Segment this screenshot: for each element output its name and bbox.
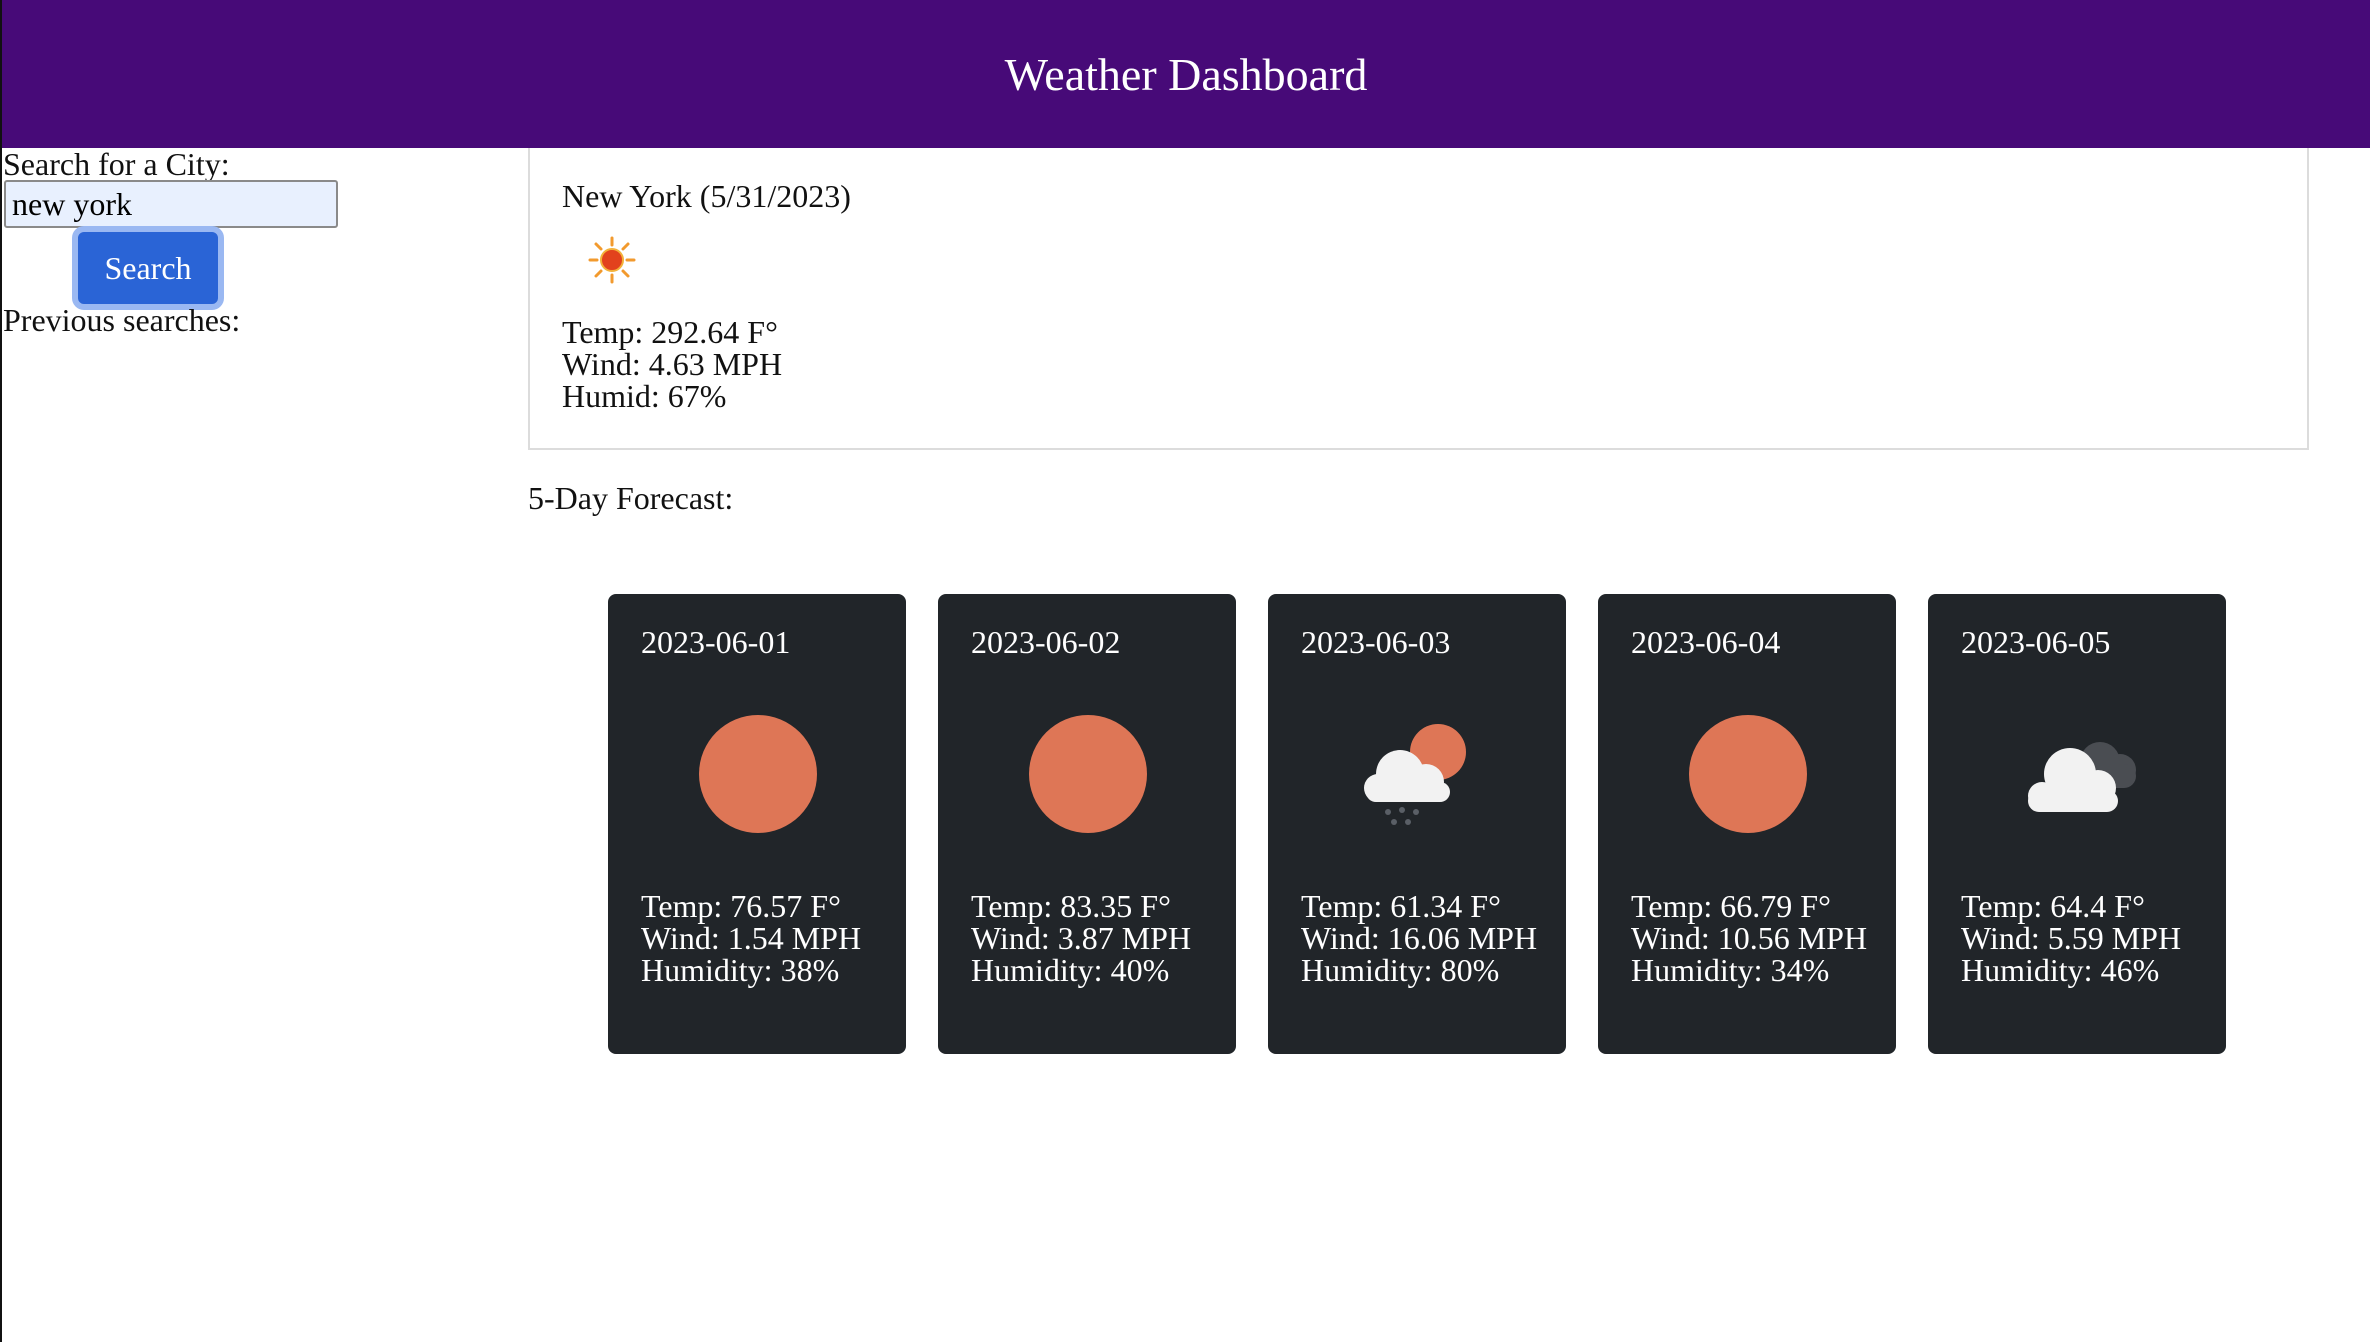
city-search-input[interactable] xyxy=(4,180,338,228)
forecast-card: 2023-06-02 Temp: 83.35 F° Wind: 3.87 MPH… xyxy=(938,594,1236,1054)
sun-icon xyxy=(699,715,817,833)
forecast-temp: Temp: 61.34 F° xyxy=(1301,888,1501,924)
forecast-humidity: Humidity: 40% xyxy=(971,952,1170,988)
page-title: Weather Dashboard xyxy=(1004,48,1368,100)
rain-cloud-sun-icon xyxy=(1364,724,1466,825)
forecast-date: 2023-06-05 xyxy=(1961,624,2111,660)
sun-icon xyxy=(1029,715,1147,833)
forecast-temp: Temp: 66.79 F° xyxy=(1631,888,1831,924)
sun-icon xyxy=(588,236,636,284)
forecast-wind: Wind: 10.56 MPH xyxy=(1631,920,1868,956)
search-label: Search for a City: xyxy=(3,146,230,182)
page: Weather Dashboard Search for a City: Sea… xyxy=(0,0,2370,1342)
previous-searches-label: Previous searches: xyxy=(3,302,241,338)
current-stats: Temp: 292.64 F° Wind: 4.63 MPH Humid: 67… xyxy=(562,316,782,412)
forecast-humidity: Humidity: 38% xyxy=(641,952,840,988)
current-city-date: New York (5/31/2023) xyxy=(562,178,851,214)
forecast-temp: Temp: 76.57 F° xyxy=(641,888,841,924)
forecast-temp: Temp: 83.35 F° xyxy=(971,888,1171,924)
forecast-card: 2023-06-04 Temp: 66.79 F° Wind: 10.56 MP… xyxy=(1598,594,1896,1054)
forecast-humidity: Humidity: 34% xyxy=(1631,952,1830,988)
sun-icon xyxy=(1689,715,1807,833)
forecast-wind: Wind: 16.06 MPH xyxy=(1301,920,1538,956)
forecast-wind: Wind: 1.54 MPH xyxy=(641,920,862,956)
current-wind: Wind: 4.63 MPH xyxy=(562,346,783,382)
forecast-details: Temp: 76.57 F° Wind: 1.54 MPH Humidity: … xyxy=(641,890,891,986)
forecast-details: Temp: 83.35 F° Wind: 3.87 MPH Humidity: … xyxy=(971,890,1221,986)
forecast-card: 2023-06-01 Temp: 76.57 F° Wind: 1.54 MPH… xyxy=(608,594,906,1054)
current-weather-panel: New York (5/31/2023) Temp: 292.64 F° Win… xyxy=(528,148,2309,450)
app-header: Weather Dashboard xyxy=(2,0,2370,148)
forecast-cards: 2023-06-01 Temp: 76.57 F° Wind: 1.54 MPH… xyxy=(608,594,2230,1054)
cloudy-icon xyxy=(2028,742,2136,812)
forecast-humidity: Humidity: 46% xyxy=(1961,952,2160,988)
current-humidity: Humid: 67% xyxy=(562,378,727,414)
forecast-wind: Wind: 5.59 MPH xyxy=(1961,920,2182,956)
forecast-title: 5-Day Forecast: xyxy=(528,480,734,516)
forecast-temp: Temp: 64.4 F° xyxy=(1961,888,2145,924)
forecast-details: Temp: 66.79 F° Wind: 10.56 MPH Humidity:… xyxy=(1631,890,1881,986)
forecast-humidity: Humidity: 80% xyxy=(1301,952,1500,988)
forecast-card: 2023-06-05 Temp: 64.4 F° Wind: 5.59 MPH … xyxy=(1928,594,2226,1054)
current-temp: Temp: 292.64 F° xyxy=(562,314,778,350)
forecast-wind: Wind: 3.87 MPH xyxy=(971,920,1192,956)
search-button[interactable]: Search xyxy=(72,226,224,310)
forecast-date: 2023-06-02 xyxy=(971,624,1121,660)
forecast-details: Temp: 61.34 F° Wind: 16.06 MPH Humidity:… xyxy=(1301,890,1551,986)
forecast-details: Temp: 64.4 F° Wind: 5.59 MPH Humidity: 4… xyxy=(1961,890,2211,986)
forecast-date: 2023-06-04 xyxy=(1631,624,1781,660)
forecast-date: 2023-06-03 xyxy=(1301,624,1451,660)
forecast-card: 2023-06-03 Temp: 61.34 F° Wind: 16.06 MP… xyxy=(1268,594,1566,1054)
forecast-date: 2023-06-01 xyxy=(641,624,791,660)
